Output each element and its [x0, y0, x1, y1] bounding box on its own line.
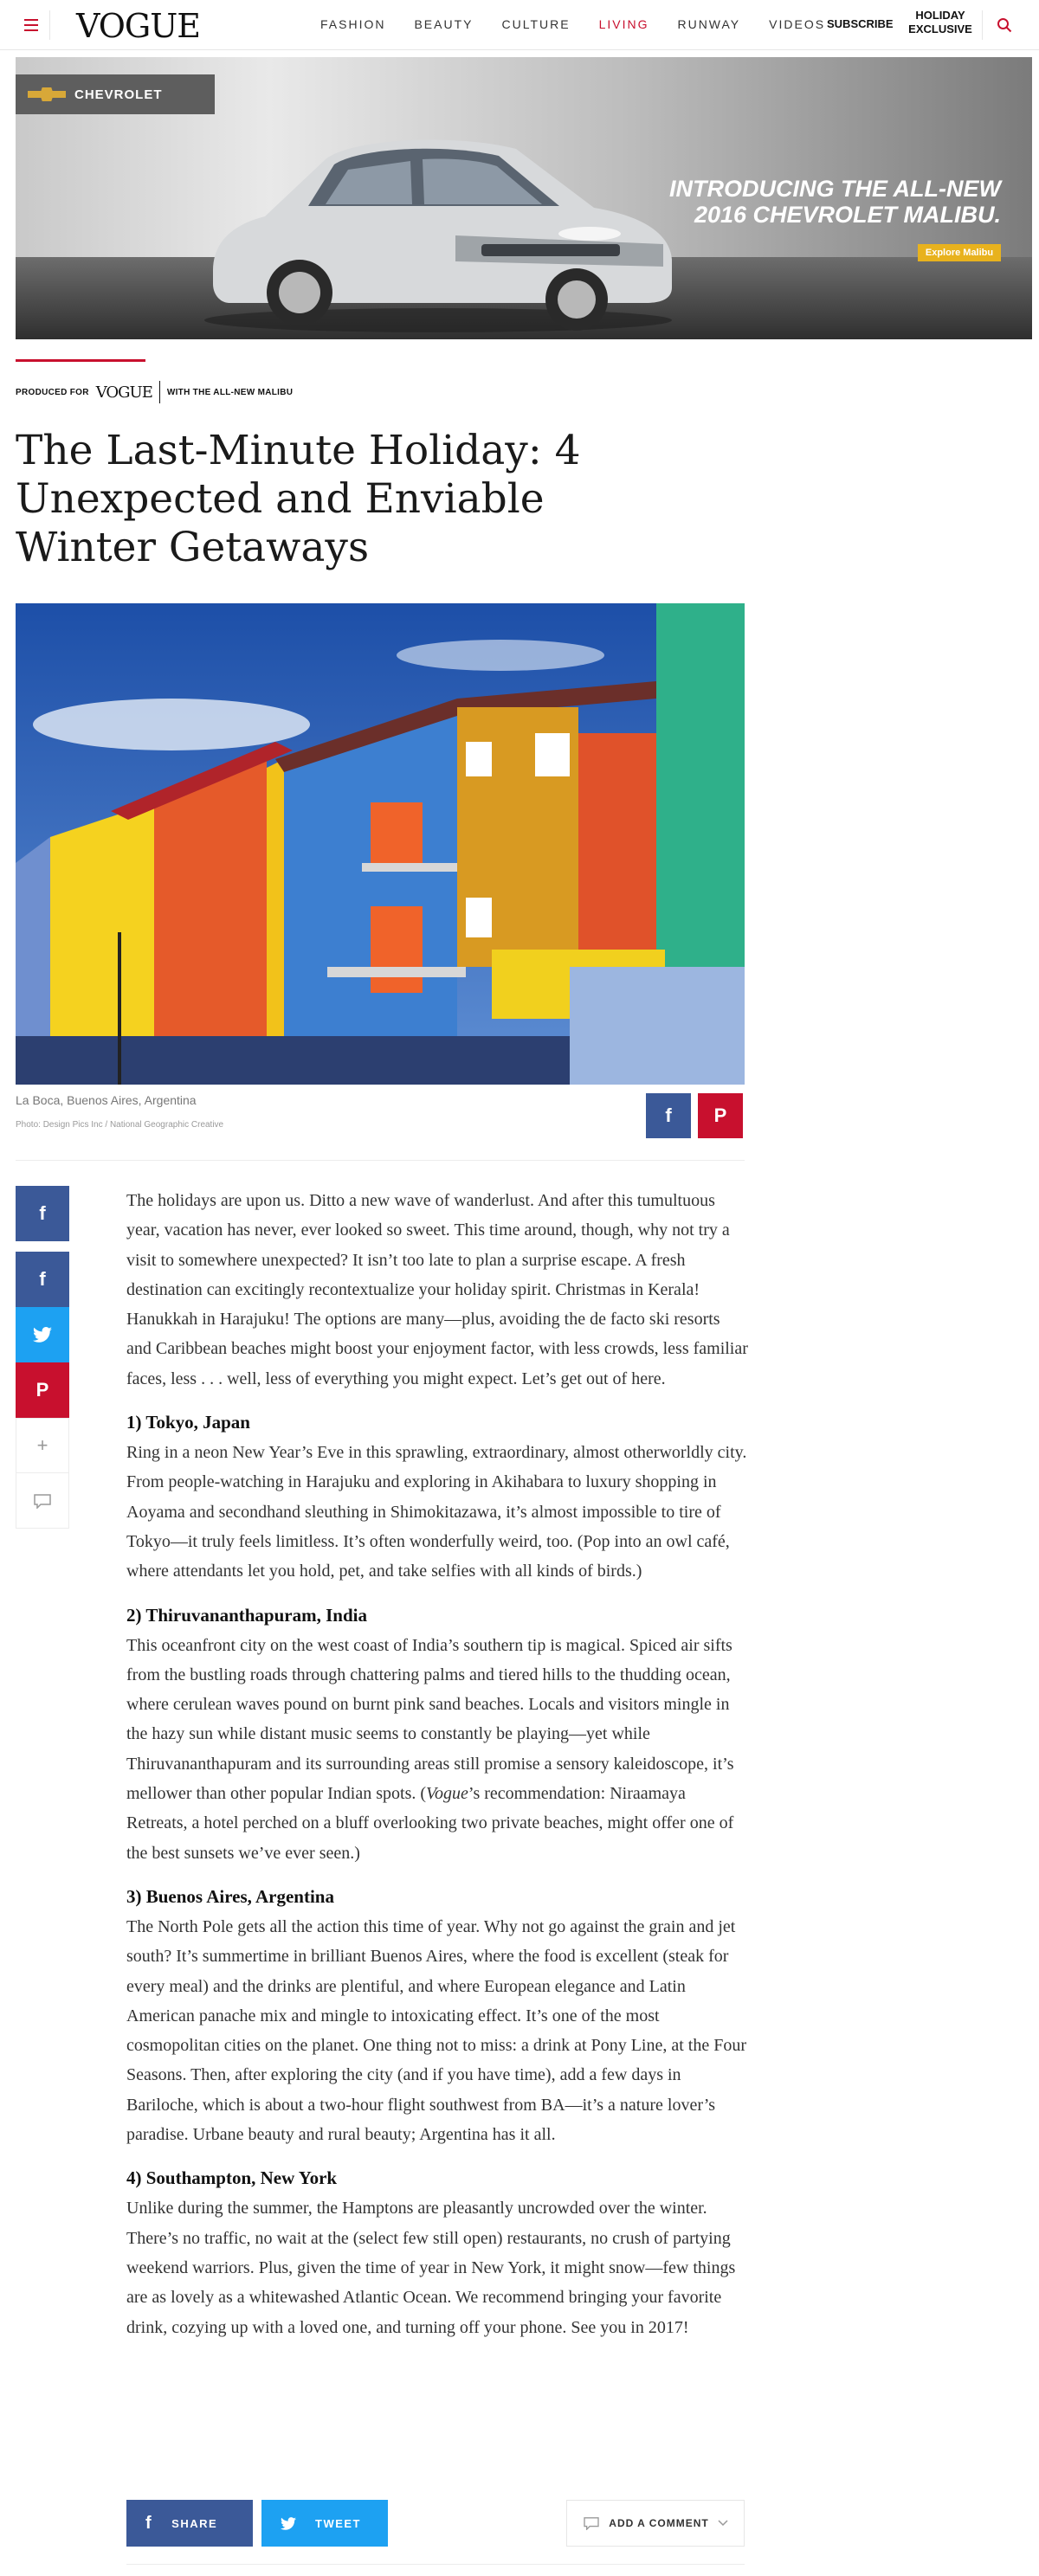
article-title: The Last-Minute Holiday: 4 Unexpected an… — [16, 427, 581, 571]
search-icon — [997, 18, 1011, 33]
search-button[interactable] — [982, 10, 1025, 40]
rail-facebook-share-button[interactable]: f — [16, 1252, 69, 1307]
sponsor-with-label: WITH THE ALL-NEW MALIBU — [166, 387, 294, 397]
main-nav: FASHION BEAUTY CULTURE LIVING RUNWAY VID… — [320, 17, 825, 31]
article-body: The holidays are upon us. Ditto a new wa… — [126, 1186, 748, 2342]
caption-divider — [16, 1160, 745, 1161]
section-body-tokyo: Ring in a neon New Year’s Eve in this sp… — [126, 1443, 747, 1581]
nav-link-fashion[interactable]: FASHION — [320, 17, 385, 31]
sponsor-vogue-logo: VOGUE — [95, 383, 153, 402]
section-body-thiruvananthapuram: This oceanfront city on the west coast o… — [126, 1631, 748, 1868]
nav-link-runway[interactable]: RUNWAY — [677, 17, 740, 31]
section-heading-tokyo: 1) Tokyo, Japan — [126, 1412, 250, 1433]
nav-link-videos[interactable]: VIDEOS — [769, 17, 825, 31]
produced-for-label: PRODUCED FOR — [16, 387, 89, 397]
ad-headline-line-2: 2016 CHEVROLET MALIBU. — [694, 202, 1001, 228]
facebook-icon: f — [145, 2513, 153, 2533]
tweet-label: TWEET — [315, 2516, 361, 2530]
section-heading-thiruvananthapuram: 2) Thiruvananthapuram, India — [126, 1604, 367, 1626]
red-rule — [16, 359, 145, 362]
pinterest-icon: P — [35, 1379, 49, 1401]
add-comment-button[interactable]: ADD A COMMENT — [566, 2500, 745, 2547]
pinterest-icon: P — [713, 1104, 727, 1126]
share-facebook-button[interactable]: f SHARE — [126, 2500, 253, 2547]
share-rail: f f P + — [16, 1186, 69, 1529]
image-caption: La Boca, Buenos Aires, Argentina — [16, 1093, 197, 1107]
nav-link-beauty[interactable]: BEAUTY — [414, 17, 473, 31]
section-body-southampton: Unlike during the summer, the Hamptons a… — [126, 2199, 736, 2337]
share-twitter-button[interactable]: TWEET — [261, 2500, 388, 2547]
article-intro: The holidays are upon us. Ditto a new wa… — [126, 1191, 748, 1388]
facebook-icon: f — [39, 1268, 46, 1290]
holiday-exclusive-link[interactable]: HOLIDAY EXCLUSIVE — [897, 9, 984, 36]
rail-twitter-button[interactable] — [16, 1307, 69, 1362]
chevrolet-ad[interactable]: CHEVROLET INTRODUCING THE ALL-NEW 2016 C… — [16, 57, 1032, 339]
chevron-down-icon — [718, 2520, 728, 2527]
ad-headline: INTRODUCING THE ALL-NEW 2016 CHEVROLET M… — [669, 176, 1001, 228]
ad-brand-name: CHEVROLET — [74, 87, 163, 102]
section-body-buenos-aires: The North Pole gets all the action this … — [126, 1916, 747, 2145]
ad-headline-line-1: INTRODUCING THE ALL-NEW — [669, 176, 1001, 202]
image-credit: Photo: Design Pics Inc / National Geogra… — [16, 1120, 224, 1130]
holiday-line-1: HOLIDAY — [915, 9, 965, 22]
rail-comment-button[interactable] — [16, 1473, 69, 1529]
vogue-logo[interactable]: VOGUE — [76, 7, 201, 45]
sponsor-divider — [158, 381, 160, 403]
comment-icon — [584, 2517, 599, 2530]
section-heading-buenos-aires: 3) Buenos Aires, Argentina — [126, 1885, 334, 1907]
vogue-italic: Vogue — [426, 1784, 468, 1804]
explore-malibu-button[interactable]: Explore Malibu — [918, 244, 1001, 261]
image-pinterest-button[interactable]: P — [698, 1093, 743, 1138]
facebook-icon: f — [665, 1104, 672, 1126]
subscribe-link[interactable]: SUBSCRIBE — [827, 17, 894, 30]
comment-icon — [34, 1493, 51, 1509]
sponsor-line: PRODUCED FOR VOGUE WITH THE ALL-NEW MALI… — [16, 381, 293, 403]
nav-link-living[interactable]: LIVING — [599, 17, 649, 31]
twitter-icon — [281, 2516, 296, 2530]
share-label: SHARE — [171, 2516, 218, 2530]
holiday-line-2: EXCLUSIVE — [908, 23, 972, 35]
section-body-text: This oceanfront city on the west coast o… — [126, 1635, 734, 1804]
top-nav: VOGUE FASHION BEAUTY CULTURE LIVING RUNW… — [0, 0, 1039, 50]
rail-more-button[interactable]: + — [16, 1418, 69, 1473]
article-end-rule — [126, 2564, 745, 2565]
plus-icon: + — [36, 1434, 48, 1456]
image-facebook-button[interactable]: f — [646, 1093, 691, 1138]
chevrolet-bowtie-icon — [28, 87, 66, 101]
section-heading-southampton: 4) Southampton, New York — [126, 2167, 338, 2189]
car-illustration — [204, 139, 672, 332]
hero-image — [16, 603, 745, 1085]
ad-brand-bar: CHEVROLET — [16, 74, 215, 114]
add-comment-label: ADD A COMMENT — [609, 2517, 709, 2529]
nav-link-culture[interactable]: CULTURE — [501, 17, 570, 31]
menu-icon[interactable] — [12, 10, 50, 40]
rail-pinterest-button[interactable]: P — [16, 1362, 69, 1418]
rail-facebook-button[interactable]: f — [16, 1186, 69, 1241]
facebook-icon: f — [39, 1202, 46, 1224]
twitter-icon — [33, 1327, 52, 1343]
